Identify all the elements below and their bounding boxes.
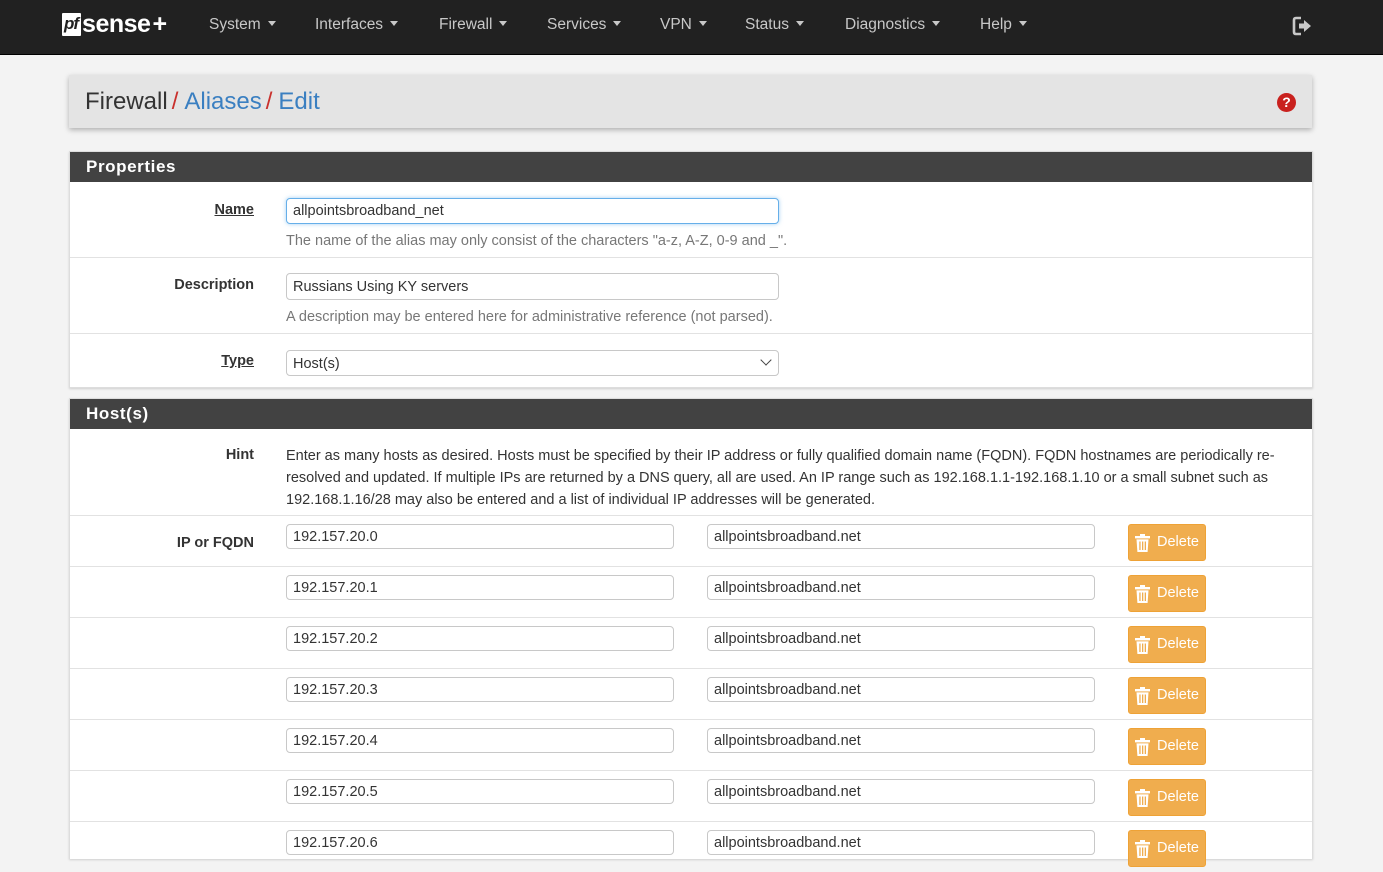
chevron-down-icon [1018,21,1027,26]
menu-system[interactable]: System [209,16,276,34]
logo-pf: pf [62,12,82,36]
breadcrumb: Firewall / Aliases / Edit [85,88,320,116]
entry-description-input[interactable]: allpointsbroadband.net [707,830,1095,855]
name-input[interactable]: allpointsbroadband_net [286,198,779,224]
name-label: Name [214,202,255,218]
ip-input[interactable]: 192.157.20.3 [286,677,674,702]
ip-input[interactable]: 192.157.20.1 [286,575,674,600]
chevron-down-icon [698,21,707,26]
menu-firewall[interactable]: Firewall [439,16,508,34]
ip-input[interactable]: 192.157.20.5 [286,779,674,804]
breadcrumb-firewall: Firewall [85,88,168,115]
delete-label: Delete [1157,687,1199,703]
logo-sense: sense [82,10,151,38]
trash-icon [1135,687,1150,705]
name-help-text: The name of the alias may only consist o… [286,233,788,249]
host-entry-row: 192.157.20.4 allpointsbroadband.net Dele… [70,720,1312,771]
pfsense-logo[interactable]: pf sense + [62,10,167,38]
menu-vpn[interactable]: VPN [660,16,707,34]
delete-button[interactable]: Delete [1128,626,1206,663]
breadcrumb-aliases-link[interactable]: Aliases [184,88,261,115]
name-row: Name allpointsbroadband_net The name of … [70,182,1312,258]
host-entry-row: 192.157.20.6 allpointsbroadband.net Dele… [70,822,1312,872]
properties-panel: Properties Name allpointsbroadband_net T… [69,151,1313,388]
entry-description-input[interactable]: allpointsbroadband.net [707,575,1095,600]
trash-icon [1135,840,1150,858]
logo-plus: + [152,10,168,38]
hosts-panel: Host(s) Hint Enter as many hosts as desi… [69,398,1313,867]
help-icon[interactable]: ? [1277,93,1296,112]
description-label: Description [174,277,254,293]
hint-text: Enter as many hosts as desired. Hosts mu… [286,448,1275,508]
ip-or-fqdn-label: IP or FQDN [176,535,254,551]
trash-icon [1135,585,1150,603]
chevron-down-icon [613,21,622,26]
type-label: Type [221,353,254,369]
type-select[interactable]: Host(s) [286,350,779,376]
host-entry-row: IP or FQDN 192.157.20.0 allpointsbroadba… [70,516,1312,567]
delete-label: Delete [1157,738,1199,754]
trash-icon [1135,534,1150,552]
trash-icon [1135,636,1150,654]
breadcrumb-panel: Firewall / Aliases / Edit [69,75,1312,128]
delete-button[interactable]: Delete [1128,575,1206,612]
entry-description-input[interactable]: allpointsbroadband.net [707,626,1095,651]
delete-label: Delete [1157,840,1199,856]
chevron-down-icon [499,21,508,26]
description-row: Description Russians Using KY servers A … [70,258,1312,334]
breadcrumb-separator: / [171,88,179,115]
menu-status[interactable]: Status [745,16,804,34]
breadcrumb-separator: / [265,88,273,115]
description-help-text: A description may be entered here for ad… [286,309,773,325]
panel-heading-hosts: Host(s) [70,399,1312,429]
host-entry-row: 192.157.20.1 allpointsbroadband.net Dele… [70,567,1312,618]
ip-input[interactable]: 192.157.20.4 [286,728,674,753]
chevron-down-icon [795,21,804,26]
delete-button[interactable]: Delete [1128,677,1206,714]
entry-description-input[interactable]: allpointsbroadband.net [707,728,1095,753]
delete-button[interactable]: Delete [1128,779,1206,816]
delete-label: Delete [1157,585,1199,601]
type-row: Type Host(s) [70,334,1312,387]
trash-icon [1135,789,1150,807]
hint-label: Hint [225,447,254,463]
chevron-down-icon [760,354,772,366]
menu-diagnostics[interactable]: Diagnostics [845,16,941,34]
top-navbar: pf sense + System Interfaces Firewall Se… [0,0,1383,55]
ip-input[interactable]: 192.157.20.6 [286,830,674,855]
panel-heading-properties: Properties [70,152,1312,182]
delete-label: Delete [1157,789,1199,805]
delete-button[interactable]: Delete [1128,524,1206,561]
type-select-value: Host(s) [293,356,340,372]
hint-row: Hint Enter as many hosts as desired. Hos… [70,429,1312,516]
host-entry-row: 192.157.20.5 allpointsbroadband.net Dele… [70,771,1312,822]
menu-interfaces[interactable]: Interfaces [315,16,399,34]
sign-out-icon[interactable] [1292,15,1314,37]
delete-label: Delete [1157,636,1199,652]
trash-icon [1135,738,1150,756]
chevron-down-icon [390,21,399,26]
description-input[interactable]: Russians Using KY servers [286,273,779,300]
delete-label: Delete [1157,534,1199,550]
host-entry-row: 192.157.20.2 allpointsbroadband.net Dele… [70,618,1312,669]
chevron-down-icon [932,21,941,26]
ip-input[interactable]: 192.157.20.2 [286,626,674,651]
breadcrumb-edit-link[interactable]: Edit [278,88,319,115]
menu-services[interactable]: Services [547,16,622,34]
menu-help[interactable]: Help [980,16,1027,34]
ip-input[interactable]: 192.157.20.0 [286,524,674,549]
entry-description-input[interactable]: allpointsbroadband.net [707,524,1095,549]
delete-button[interactable]: Delete [1128,728,1206,765]
entry-description-input[interactable]: allpointsbroadband.net [707,779,1095,804]
chevron-down-icon [267,21,276,26]
host-entry-row: 192.157.20.3 allpointsbroadband.net Dele… [70,669,1312,720]
entry-description-input[interactable]: allpointsbroadband.net [707,677,1095,702]
